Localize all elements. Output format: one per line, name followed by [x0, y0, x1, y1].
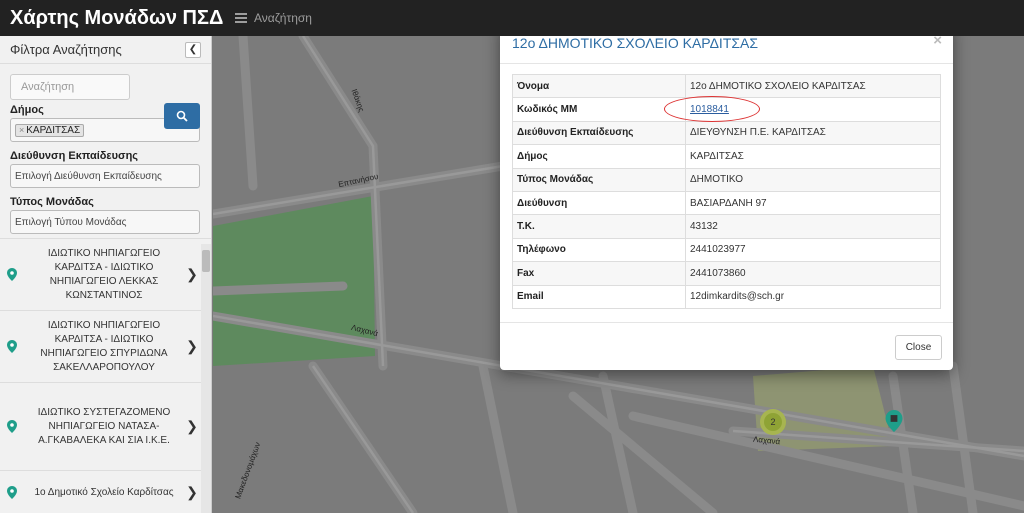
- school-list-item[interactable]: 1ο Δημοτικό Σχολείο Καρδίτσας ❯: [0, 470, 211, 513]
- table-row: Δήμος ΚΑΡΔΙΤΣΑΣ: [512, 144, 941, 169]
- table-row: Όνομα 12ο ΔΗΜΟΤΙΚΟ ΣΧΟΛΕΙΟ ΚΑΡΔΙΤΣΑΣ: [512, 73, 941, 99]
- chevron-right-icon[interactable]: ❯: [184, 484, 200, 501]
- row-key: Τύπος Μονάδας: [512, 167, 686, 192]
- chevron-left-icon: ❮: [188, 44, 198, 55]
- top-navbar: Χάρτης Μονάδων ΠΣΔ Αναζήτηση: [0, 0, 1024, 36]
- school-list-item[interactable]: ΙΔΙΩΤΙΚΟ ΣΥΣΤΕΓΑΖΟΜΕΝΟ ΝΗΠΙΑΓΩΓΕΙΟ ΝΑΤΑΣ…: [0, 382, 211, 470]
- row-value-cell: 1018841: [664, 96, 941, 123]
- school-list-item[interactable]: ΙΔΙΩΤΙΚΟ ΝΗΠΙΑΓΩΓΕΙΟ ΚΑΡΔΙΤΣΑ - ΙΔΙΩΤΙΚΟ…: [0, 238, 211, 310]
- nav-search-label: Αναζήτηση: [254, 11, 312, 25]
- row-value: 12ο ΔΗΜΟΤΙΚΟ ΣΧΟΛΕΙΟ ΚΑΡΔΙΤΣΑΣ: [685, 73, 941, 99]
- search-icon: [176, 110, 188, 122]
- map-marker-icon: [0, 486, 24, 499]
- unit-type-placeholder: Επιλογή Τύπου Μονάδας: [15, 216, 127, 228]
- row-value: ΒΑΣΙΑΡΔΑΝΗ 97: [685, 190, 941, 216]
- row-key: Τ.Κ.: [512, 214, 686, 239]
- unit-type-label: Τύπος Μονάδας: [10, 196, 94, 208]
- app-title[interactable]: Χάρτης Μονάδων ΠΣΔ: [0, 7, 228, 30]
- school-info-table: Όνομα 12ο ΔΗΜΟΤΙΚΟ ΣΧΟΛΕΙΟ ΚΑΡΔΙΤΣΑΣ Κωδ…: [512, 73, 941, 309]
- modal-title: 12ο ΔΗΜΟΤΙΚΟ ΣΧΟΛΕΙΟ ΚΑΡΔΙΤΣΑΣ: [512, 34, 759, 51]
- map-marker-icon: [0, 268, 24, 281]
- row-key: Όνομα: [512, 73, 686, 99]
- row-value: 2441073860: [685, 261, 941, 286]
- chevron-right-icon[interactable]: ❯: [184, 418, 200, 435]
- search-input[interactable]: Αναζήτηση: [10, 74, 130, 100]
- row-key: Δήμος: [512, 144, 686, 169]
- modal-body: Όνομα 12ο ΔΗΜΟΤΙΚΟ ΣΧΟΛΕΙΟ ΚΑΡΔΙΤΣΑΣ Κωδ…: [500, 64, 953, 309]
- table-row: Διεύθυνση ΒΑΣΙΑΡΔΑΝΗ 97: [512, 190, 941, 216]
- row-value: 2441023977: [685, 237, 941, 263]
- row-key: Διεύθυνση Εκπαίδευσης: [512, 120, 686, 146]
- table-row: Κωδικός ΜΜ 1018841: [512, 96, 941, 123]
- filters-panel: Αναζήτηση Δήμος × ΚΑΡΔΙΤΣΑΣ Διεύθυνση Εκ…: [0, 64, 211, 263]
- row-value: ΚΑΡΔΙΤΣΑΣ: [685, 144, 941, 169]
- directorate-select[interactable]: Επιλογή Διεύθυνση Εκπαίδευσης: [10, 164, 200, 188]
- close-button[interactable]: Close: [895, 335, 942, 360]
- school-name: ΙΔΙΩΤΙΚΟ ΝΗΠΙΑΓΩΓΕΙΟ ΚΑΡΔΙΤΣΑ - ΙΔΙΩΤΙΚΟ…: [40, 319, 168, 373]
- row-key: Διεύθυνση: [512, 190, 686, 216]
- modal-footer: Close: [500, 322, 953, 370]
- municipality-tag-label: ΚΑΡΔΙΤΣΑΣ: [26, 124, 81, 136]
- row-key: Τηλέφωνο: [512, 237, 686, 263]
- directorate-label: Διεύθυνση Εκπαίδευσης: [10, 150, 139, 162]
- table-row: Email 12dimkardits@sch.gr: [512, 284, 941, 309]
- marker-cluster[interactable]: 2: [760, 409, 786, 435]
- row-key: Κωδικός ΜΜ: [512, 97, 686, 122]
- row-value: ΔΙΕΥΘΥΝΣΗ Π.Ε. ΚΑΡΔΙΤΣΑΣ: [685, 120, 941, 146]
- highlight-ellipse: [664, 96, 760, 123]
- school-code-link[interactable]: 1018841: [664, 96, 760, 123]
- table-row: Τύπος Μονάδας ΔΗΜΟΤΙΚΟ: [512, 167, 941, 192]
- collapse-sidebar-button[interactable]: ❮: [185, 41, 201, 58]
- scrollbar-thumb[interactable]: [202, 250, 210, 272]
- school-name: ΙΔΙΩΤΙΚΟ ΣΥΣΤΕΓΑΖΟΜΕΝΟ ΝΗΠΙΑΓΩΓΕΙΟ ΝΑΤΑΣ…: [37, 406, 171, 446]
- cluster-count: 2: [770, 417, 776, 427]
- school-name: ΙΔΙΩΤΙΚΟ ΝΗΠΙΑΓΩΓΕΙΟ ΚΑΡΔΙΤΣΑ - ΙΔΙΩΤΙΚΟ…: [47, 247, 161, 301]
- map-marker-icon: [0, 340, 24, 353]
- table-row: Τ.Κ. 43132: [512, 214, 941, 239]
- table-row: Τηλέφωνο 2441023977: [512, 237, 941, 263]
- chevron-right-icon[interactable]: ❯: [184, 266, 200, 283]
- table-row: Διεύθυνση Εκπαίδευσης ΔΙΕΥΘΥΝΣΗ Π.Ε. ΚΑΡ…: [512, 120, 941, 146]
- chevron-right-icon[interactable]: ❯: [184, 338, 200, 355]
- row-value: 12dimkardits@sch.gr: [685, 284, 941, 309]
- sidebar: Φίλτρα Αναζήτησης ❮ Αναζήτηση Δήμος × ΚΑ…: [0, 36, 212, 513]
- directorate-placeholder: Επιλογή Διεύθυνση Εκπαίδευσης: [15, 170, 162, 182]
- row-key: Fax: [512, 261, 686, 286]
- sidebar-scrollbar[interactable]: [201, 244, 211, 513]
- map-marker-icon[interactable]: [885, 410, 903, 437]
- row-key: Email: [512, 284, 686, 309]
- school-name: 1ο Δημοτικό Σχολείο Καρδίτσας: [34, 486, 174, 498]
- sidebar-title: Φίλτρα Αναζήτησης: [10, 42, 122, 57]
- nav-search-link[interactable]: Αναζήτηση: [235, 11, 312, 25]
- search-button[interactable]: [164, 103, 200, 129]
- row-value: 43132: [685, 214, 941, 239]
- table-row: Fax 2441073860: [512, 261, 941, 286]
- school-list-item[interactable]: ΙΔΙΩΤΙΚΟ ΝΗΠΙΑΓΩΓΕΙΟ ΚΑΡΔΙΤΣΑ - ΙΔΙΩΤΙΚΟ…: [0, 310, 211, 382]
- school-list: ΙΔΙΩΤΙΚΟ ΝΗΠΙΑΓΩΓΕΙΟ ΚΑΡΔΙΤΣΑ - ΙΔΙΩΤΙΚΟ…: [0, 238, 211, 513]
- municipality-tag[interactable]: × ΚΑΡΔΙΤΣΑΣ: [15, 123, 85, 137]
- row-value: ΔΗΜΟΤΙΚΟ: [685, 167, 941, 192]
- map-marker-icon: [0, 420, 24, 433]
- unit-type-select[interactable]: Επιλογή Τύπου Μονάδας: [10, 210, 200, 234]
- list-icon: [235, 13, 247, 23]
- school-details-modal: 12ο ΔΗΜΟΤΙΚΟ ΣΧΟΛΕΙΟ ΚΑΡΔΙΤΣΑΣ × Όνομα 1…: [500, 22, 953, 370]
- sidebar-header: Φίλτρα Αναζήτησης ❮: [0, 36, 211, 64]
- remove-tag-icon[interactable]: ×: [19, 125, 24, 135]
